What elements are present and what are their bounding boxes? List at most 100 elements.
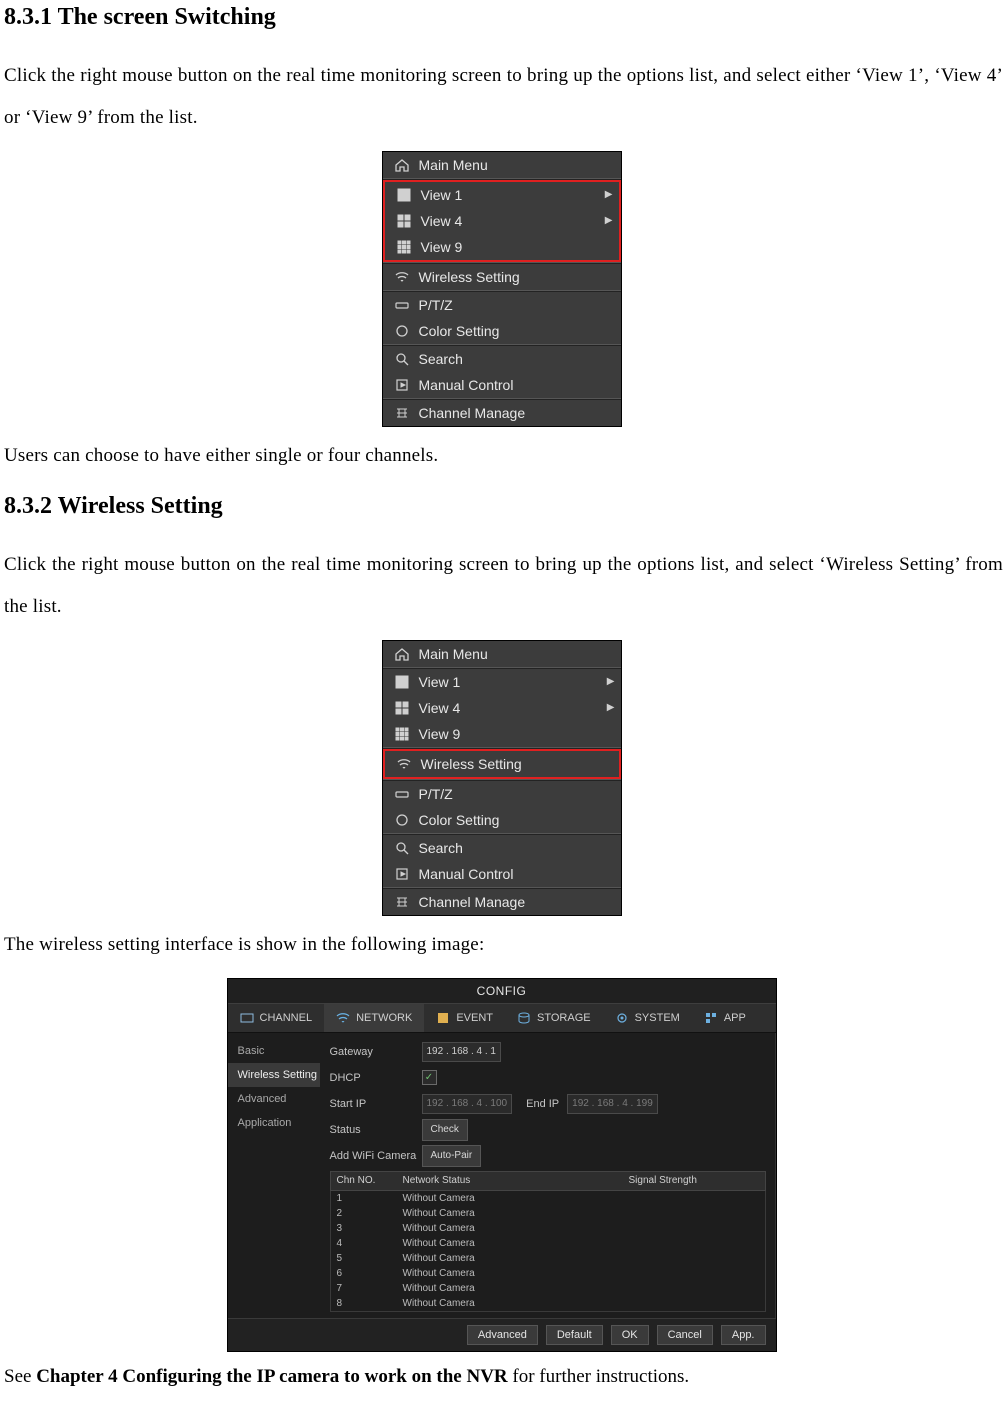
- tab-channel[interactable]: CHANNEL: [228, 1004, 325, 1032]
- table-row[interactable]: 6Without Camera: [331, 1266, 765, 1281]
- td-net: Without Camera: [397, 1193, 623, 1204]
- menu-item-main-menu[interactable]: Main Menu: [383, 152, 621, 178]
- autopair-button[interactable]: Auto-Pair: [422, 1145, 482, 1167]
- tab-network[interactable]: NETWORK: [324, 1004, 424, 1032]
- dhcp-label: DHCP: [330, 1072, 422, 1084]
- menu-item-channel-manage[interactable]: Channel Manage: [383, 889, 621, 915]
- menu-label: View 9: [419, 726, 615, 742]
- submenu-arrow-icon: ▶: [605, 702, 615, 713]
- menu-label: Main Menu: [419, 157, 615, 173]
- td-net: Without Camera: [397, 1223, 623, 1234]
- views-highlight-box: View 1 ▶ View 4 ▶ View 9: [383, 180, 621, 262]
- channel-icon: [393, 404, 411, 422]
- menu-item-color[interactable]: Color Setting: [383, 807, 621, 833]
- menu-item-view4[interactable]: View 4 ▶: [385, 208, 619, 234]
- menu-item-view4[interactable]: View 4 ▶: [383, 695, 621, 721]
- side-item-basic[interactable]: Basic: [228, 1039, 320, 1063]
- menu-item-wireless[interactable]: Wireless Setting: [385, 751, 619, 777]
- config-tabs: CHANNEL NETWORK EVENT STORAGE SYSTEM: [228, 1003, 776, 1033]
- menu-label: View 4: [419, 700, 605, 716]
- menu-label: P/T/Z: [419, 297, 615, 313]
- dhcp-checkbox[interactable]: ✓: [422, 1070, 437, 1085]
- endip-input[interactable]: 192 . 168 . 4 . 199: [567, 1094, 658, 1114]
- gateway-input[interactable]: 192 . 168 . 4 . 1: [422, 1042, 502, 1062]
- menu-label: P/T/Z: [419, 786, 615, 802]
- menu-label: View 9: [421, 239, 613, 255]
- tab-storage[interactable]: STORAGE: [505, 1004, 603, 1032]
- tab-system[interactable]: SYSTEM: [603, 1004, 692, 1032]
- menu-item-ptz[interactable]: P/T/Z: [383, 781, 621, 807]
- td-chn: 1: [331, 1193, 397, 1204]
- check-button[interactable]: Check: [422, 1119, 468, 1141]
- menu-item-view1[interactable]: View 1 ▶: [385, 182, 619, 208]
- advanced-button[interactable]: Advanced: [467, 1325, 538, 1345]
- menu-item-search[interactable]: Search: [383, 346, 621, 372]
- tab-event[interactable]: EVENT: [424, 1004, 505, 1032]
- manual-icon: [393, 376, 411, 394]
- td-chn: 7: [331, 1283, 397, 1294]
- menu-item-channel-manage[interactable]: Channel Manage: [383, 400, 621, 426]
- system-tab-icon: [615, 1011, 629, 1025]
- channel-icon: [393, 893, 411, 911]
- td-chn: 8: [331, 1298, 397, 1309]
- startip-input[interactable]: 192 . 168 . 4 . 100: [422, 1094, 513, 1114]
- search-icon: [393, 350, 411, 368]
- menu-item-manual[interactable]: Manual Control: [383, 861, 621, 887]
- table-row[interactable]: 4Without Camera: [331, 1236, 765, 1251]
- td-net: Without Camera: [397, 1298, 623, 1309]
- wifi-icon: [395, 755, 413, 773]
- home-icon: [393, 645, 411, 663]
- table-row[interactable]: 5Without Camera: [331, 1251, 765, 1266]
- color-icon: [393, 811, 411, 829]
- view9-icon: [393, 725, 411, 743]
- heading-8-3-1: 8.3.1 The screen Switching: [0, 4, 1003, 31]
- table-row[interactable]: 2Without Camera: [331, 1206, 765, 1221]
- table-row[interactable]: 8Without Camera: [331, 1296, 765, 1311]
- menu-label: Search: [419, 351, 615, 367]
- menu-item-search[interactable]: Search: [383, 835, 621, 861]
- table-row[interactable]: 7Without Camera: [331, 1281, 765, 1296]
- app-button[interactable]: App.: [721, 1325, 766, 1345]
- menu-label: Color Setting: [419, 812, 615, 828]
- menu-label: Manual Control: [419, 377, 615, 393]
- paragraph-831a: Click the right mouse button on the real…: [0, 55, 1003, 139]
- side-item-wireless[interactable]: Wireless Setting: [228, 1063, 320, 1087]
- paragraph-832a: Click the right mouse button on the real…: [0, 544, 1003, 628]
- color-icon: [393, 322, 411, 340]
- submenu-arrow-icon: ▶: [603, 189, 613, 200]
- tab-app[interactable]: APP: [692, 1004, 758, 1032]
- menu-item-view1[interactable]: View 1 ▶: [383, 669, 621, 695]
- paragraph-831b: Users can choose to have either single o…: [0, 441, 1003, 471]
- status-label: Status: [330, 1124, 422, 1136]
- menu-item-wireless[interactable]: Wireless Setting: [383, 264, 621, 290]
- td-net: Without Camera: [397, 1238, 623, 1249]
- event-tab-icon: [436, 1011, 450, 1025]
- view9-icon: [395, 238, 413, 256]
- ok-button[interactable]: OK: [611, 1325, 649, 1345]
- config-sidebar: Basic Wireless Setting Advanced Applicat…: [228, 1033, 320, 1318]
- menu-item-manual[interactable]: Manual Control: [383, 372, 621, 398]
- table-row[interactable]: 3Without Camera: [331, 1221, 765, 1236]
- tab-label: NETWORK: [356, 1012, 412, 1024]
- menu-item-color[interactable]: Color Setting: [383, 318, 621, 344]
- side-item-application[interactable]: Application: [228, 1111, 320, 1135]
- search-icon: [393, 839, 411, 857]
- side-item-advanced[interactable]: Advanced: [228, 1087, 320, 1111]
- cancel-button[interactable]: Cancel: [657, 1325, 713, 1345]
- startip-label: Start IP: [330, 1098, 422, 1110]
- ptz-icon: [393, 785, 411, 803]
- view4-icon: [393, 699, 411, 717]
- storage-tab-icon: [517, 1011, 531, 1025]
- menu-item-view9[interactable]: View 9: [383, 721, 621, 747]
- menu-item-view9[interactable]: View 9: [385, 234, 619, 260]
- menu-label: View 4: [421, 213, 603, 229]
- menu-label: View 1: [421, 187, 603, 203]
- paragraph-see: See Chapter 4 Configuring the IP camera …: [0, 1366, 1003, 1388]
- table-row[interactable]: 1Without Camera: [331, 1191, 765, 1206]
- menu-label: Manual Control: [419, 866, 615, 882]
- menu-item-main-menu[interactable]: Main Menu: [383, 641, 621, 667]
- tab-label: STORAGE: [537, 1012, 591, 1024]
- menu-item-ptz[interactable]: P/T/Z: [383, 292, 621, 318]
- submenu-arrow-icon: ▶: [605, 676, 615, 687]
- default-button[interactable]: Default: [546, 1325, 603, 1345]
